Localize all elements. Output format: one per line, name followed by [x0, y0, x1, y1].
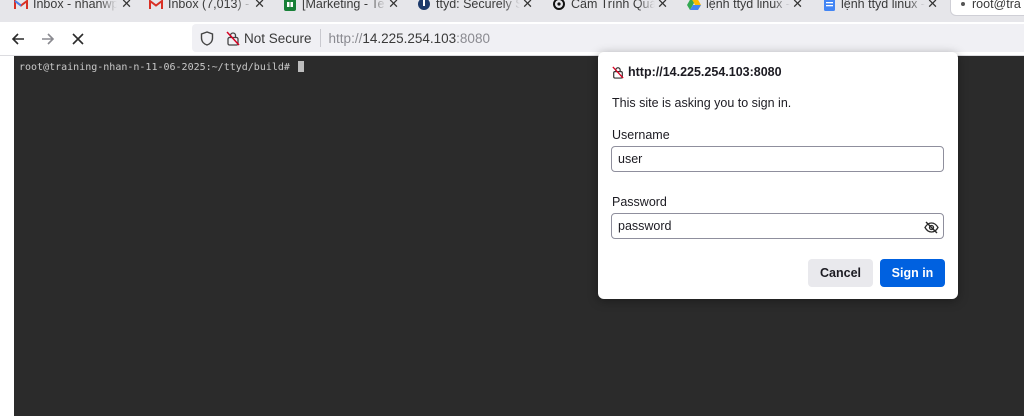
tab-ttyd-active[interactable]: root@tra: [950, 0, 1024, 16]
close-icon[interactable]: ✕: [522, 0, 533, 12]
close-icon[interactable]: ✕: [254, 0, 265, 12]
close-icon[interactable]: ✕: [927, 0, 938, 12]
forward-arrow-icon: [42, 33, 55, 45]
tab-title: Cấm Trình Quả: [571, 0, 655, 11]
page-left-margin: [0, 56, 14, 416]
tab-title: Inbox - nhanwp: [33, 0, 117, 11]
tab-gmail-inbox-1[interactable]: Inbox - nhanwp ✕: [14, 0, 132, 16]
http-auth-dialog: http://14.225.254.103:8080 This site is …: [598, 52, 958, 299]
url-prefix: http://: [328, 30, 363, 46]
tab-title: lệnh ttyd linux -: [841, 0, 925, 11]
tab-title: root@tra: [972, 0, 1021, 11]
back-arrow-icon: [11, 33, 24, 45]
tab-drive[interactable]: lệnh ttyd linux - ✕: [687, 0, 803, 16]
ttyd-icon: [417, 0, 431, 11]
dialog-origin: http://14.225.254.103:8080: [628, 65, 782, 79]
prompt-text: root@training-nhan-n-11-06-2025:~/ttyd/b…: [19, 62, 296, 73]
url-port: :8080: [456, 30, 490, 46]
password-field[interactable]: [611, 213, 944, 239]
sheets-icon: [283, 0, 297, 11]
close-icon[interactable]: ✕: [121, 0, 132, 12]
dialog-message: This site is asking you to sign in.: [612, 96, 792, 110]
stop-icon: [72, 33, 84, 45]
cancel-button[interactable]: Cancel: [808, 259, 873, 287]
tab-threads[interactable]: Cấm Trình Quả ✕: [552, 0, 668, 16]
tab-title: ttyd: Securely S: [436, 0, 520, 11]
url-text[interactable]: http://14.225.254.103:8080: [329, 31, 490, 46]
back-button[interactable]: [7, 28, 29, 50]
sign-in-button[interactable]: Sign in: [880, 259, 945, 287]
tab-gmail-inbox-2[interactable]: Inbox (7,013) - ✕: [149, 0, 265, 16]
tab-strip: Inbox - nhanwp ✕ Inbox (7,013) - ✕ [Mark…: [0, 0, 1024, 22]
docs-icon: [822, 0, 836, 11]
not-secure-label[interactable]: Not Secure: [244, 31, 312, 46]
insecure-lock-icon[interactable]: [226, 30, 240, 46]
tab-ttyd[interactable]: ttyd: Securely S ✕: [417, 0, 533, 16]
dialog-header: http://14.225.254.103:8080: [612, 65, 782, 79]
tab-title: [Marketing - Te: [302, 0, 385, 11]
gmail-icon: [149, 0, 163, 11]
close-icon[interactable]: ✕: [657, 0, 668, 12]
tab-title: Inbox (7,013) -: [168, 0, 250, 11]
drive-icon: [687, 0, 701, 11]
close-icon[interactable]: ✕: [388, 0, 399, 12]
insecure-lock-icon: [612, 65, 624, 79]
address-bar[interactable]: Not Secure http://14.225.254.103:8080: [192, 24, 1024, 52]
gmail-icon: [14, 0, 28, 11]
stop-button[interactable]: [67, 28, 89, 50]
tab-title: lệnh ttyd linux -: [706, 0, 790, 11]
threads-icon: [552, 0, 566, 11]
password-label: Password: [612, 195, 667, 209]
close-icon[interactable]: ✕: [792, 0, 803, 12]
username-label: Username: [612, 128, 670, 142]
tracking-protection-shield-icon[interactable]: [200, 30, 216, 46]
username-field[interactable]: [611, 146, 944, 172]
tab-docs[interactable]: lệnh ttyd linux - ✕: [822, 0, 938, 16]
forward-button[interactable]: [37, 28, 59, 50]
navigation-bar: Not Secure http://14.225.254.103:8080: [0, 22, 1024, 56]
terminal-cursor: [297, 61, 304, 72]
dot-icon: [959, 0, 967, 11]
url-host: 14.225.254.103: [362, 30, 457, 46]
hide-password-eye-icon[interactable]: [923, 219, 939, 235]
tab-marketing-sheet[interactable]: [Marketing - Te ✕: [283, 0, 399, 16]
divider: [319, 29, 321, 47]
terminal-prompt: root@training-nhan-n-11-06-2025:~/ttyd/b…: [19, 61, 304, 73]
